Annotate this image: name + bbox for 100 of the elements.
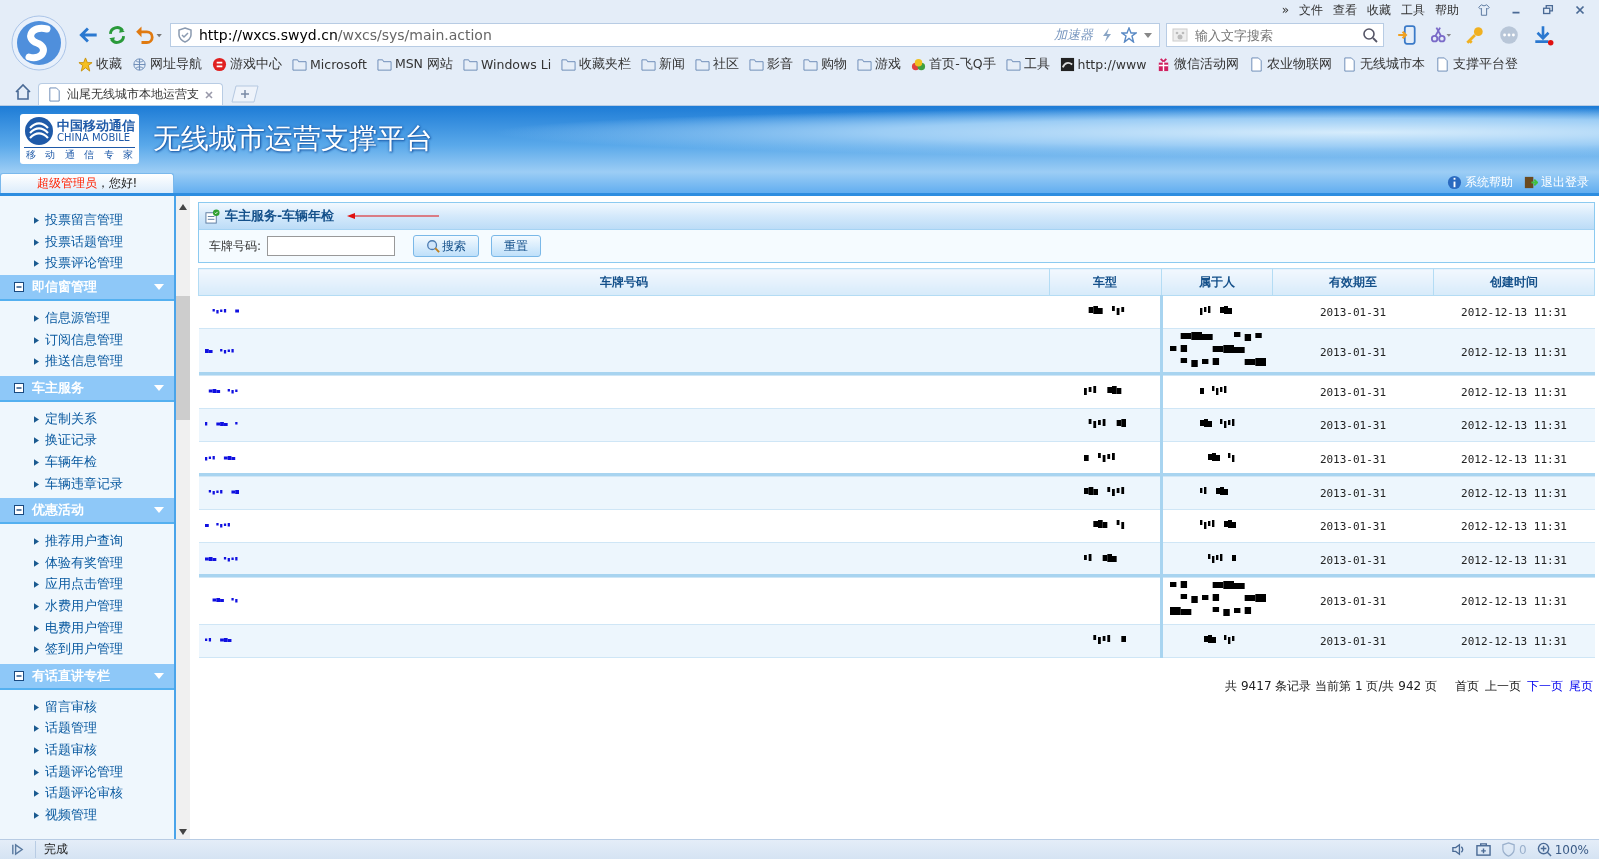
reset-button[interactable]: 重置	[491, 235, 542, 257]
bookmark-link[interactable]: 微信活动网	[1174, 55, 1240, 73]
plate-input[interactable]	[267, 236, 396, 256]
sidebar-item[interactable]: 推荐用户查询	[45, 533, 123, 551]
bookmark-link[interactable]: 支撑平台登	[1453, 55, 1519, 73]
address-bar[interactable]: http://wxcs.swyd.cn/wxcs/sys/main.action 加速器	[170, 23, 1160, 47]
browser-tab[interactable]: 汕尾无线城市本地运营支	[38, 83, 223, 105]
folder-icon[interactable]	[292, 56, 307, 72]
zoom-icon[interactable]	[1536, 842, 1552, 857]
bookmark-link[interactable]: 游戏	[875, 55, 902, 73]
bookmark-link[interactable]: 收藏	[96, 55, 122, 73]
home-icon[interactable]	[14, 83, 32, 101]
page-icon[interactable]	[1342, 56, 1358, 72]
sidebar-toggle-icon[interactable]	[10, 842, 25, 857]
bookmark-link[interactable]: Windows Li	[480, 56, 552, 72]
folder-icon[interactable]	[803, 56, 819, 72]
sidebar-item[interactable]: 应用点击管理	[45, 576, 123, 594]
menu-item[interactable]: 查看	[1333, 1, 1357, 19]
caret-icon[interactable]	[154, 672, 164, 679]
bookmark-link[interactable]: 工具	[1023, 55, 1050, 73]
phone-icon[interactable]	[1396, 24, 1418, 46]
bookmark-link[interactable]: 社区	[713, 55, 740, 73]
caret-icon[interactable]	[154, 283, 164, 290]
search-button[interactable]: 搜索	[413, 235, 480, 257]
folder-icon[interactable]	[749, 56, 765, 72]
scroll-up-icon[interactable]	[179, 204, 187, 210]
download-icon[interactable]	[1532, 24, 1554, 46]
bookmark-link[interactable]: 首页-飞Q手	[929, 55, 996, 73]
browser-logo-icon[interactable]	[11, 15, 67, 71]
folder-icon[interactable]	[462, 56, 478, 72]
sidebar-item[interactable]: 推送信息管理	[45, 353, 123, 371]
sidebar-item[interactable]: 投票话题管理	[45, 233, 123, 251]
globe-icon[interactable]	[132, 56, 147, 72]
undo-icon[interactable]	[134, 24, 164, 46]
image-icon[interactable]	[1059, 56, 1075, 72]
sidebar-item[interactable]: 电费用户管理	[45, 619, 123, 637]
sidebar-item[interactable]: 车辆违章记录	[45, 475, 123, 493]
sidebar-item[interactable]: 换证记录	[45, 432, 97, 450]
page-icon[interactable]	[1435, 56, 1451, 72]
new-tab-icon[interactable]	[229, 85, 259, 103]
bookmark-link[interactable]: MSN 网站	[394, 55, 453, 73]
pagination-link[interactable]: 尾页	[1569, 678, 1593, 695]
bookmark-link[interactable]: 农业物联网	[1267, 55, 1333, 73]
exit-icon[interactable]	[1523, 175, 1538, 190]
bookmark-link[interactable]: 收藏夹栏	[579, 55, 632, 73]
sidebar-item[interactable]: 投票评论管理	[45, 255, 123, 273]
bookmark-link[interactable]: 游戏中心	[230, 55, 282, 73]
menu-item[interactable]: 收藏	[1367, 1, 1391, 19]
search-field[interactable]: 输入文字搜索	[1166, 23, 1384, 47]
search-icon[interactable]	[1362, 27, 1378, 43]
close-icon[interactable]	[204, 89, 214, 100]
folder-icon[interactable]	[561, 56, 577, 72]
toolbox-icon[interactable]	[1476, 842, 1492, 857]
collapse-icon[interactable]	[14, 382, 24, 393]
sidebar-item[interactable]: 订阅信息管理	[45, 331, 123, 349]
zoom-level[interactable]: 100%	[1554, 842, 1589, 857]
bookmark-link[interactable]: 无线城市本	[1360, 55, 1426, 73]
star-icon[interactable]	[1121, 27, 1137, 43]
folder-icon[interactable]	[695, 56, 711, 72]
collapse-icon[interactable]	[14, 670, 24, 681]
bookmark-link[interactable]: 新闻	[659, 55, 686, 73]
folder-icon[interactable]	[857, 56, 873, 72]
sidebar-item[interactable]: 信息源管理	[45, 310, 110, 328]
key-icon[interactable]	[1464, 24, 1486, 46]
menu-item[interactable]: »	[1281, 3, 1289, 17]
collapse-icon[interactable]	[14, 504, 24, 515]
star-icon[interactable]	[78, 56, 93, 72]
game-icon[interactable]	[212, 56, 227, 72]
bookmark-link[interactable]: 影音	[767, 55, 794, 73]
sidebar-item[interactable]: 投票留言管理	[45, 212, 123, 230]
folder-icon[interactable]	[376, 56, 392, 72]
sidebar-item[interactable]: 话题审核	[45, 742, 97, 759]
sidebar-item[interactable]: 留言审核	[45, 698, 97, 716]
pagination-link[interactable]: 下一页	[1527, 678, 1563, 695]
bookmark-link[interactable]: http://www	[1077, 56, 1147, 72]
sidebar-item[interactable]: 话题评论审核	[45, 785, 123, 803]
scroll-down-icon[interactable]	[179, 829, 187, 835]
shirt-icon[interactable]	[1477, 3, 1491, 17]
collapse-icon[interactable]	[14, 281, 24, 292]
sidebar-item[interactable]: 定制关系	[45, 410, 97, 428]
sidebar-item[interactable]: 话题管理	[45, 720, 97, 738]
folder-icon[interactable]	[641, 56, 657, 72]
shield-icon[interactable]	[1501, 842, 1517, 857]
page-icon[interactable]	[1249, 56, 1265, 72]
sidebar-item[interactable]: 签到用户管理	[45, 641, 123, 659]
restore-icon[interactable]	[1541, 3, 1555, 17]
sidebar-item[interactable]: 视频管理	[45, 806, 97, 824]
bookmark-link[interactable]: 网址导航	[150, 55, 202, 73]
sidebar-item[interactable]: 车辆年检	[45, 454, 97, 472]
info-icon[interactable]	[1447, 175, 1462, 190]
scroll-thumb[interactable]	[176, 296, 190, 420]
caret-icon[interactable]	[154, 384, 164, 391]
more-icon[interactable]	[1498, 24, 1520, 46]
circles-icon[interactable]	[911, 56, 927, 72]
refresh-icon[interactable]	[106, 24, 128, 46]
sidebar-item[interactable]: 话题评论管理	[45, 763, 123, 781]
close-icon[interactable]	[1573, 3, 1587, 17]
sidebar-item[interactable]: 体验有奖管理	[45, 554, 123, 572]
sidebar-item[interactable]: 水费用户管理	[45, 598, 123, 615]
menu-item[interactable]: 工具	[1401, 1, 1425, 19]
